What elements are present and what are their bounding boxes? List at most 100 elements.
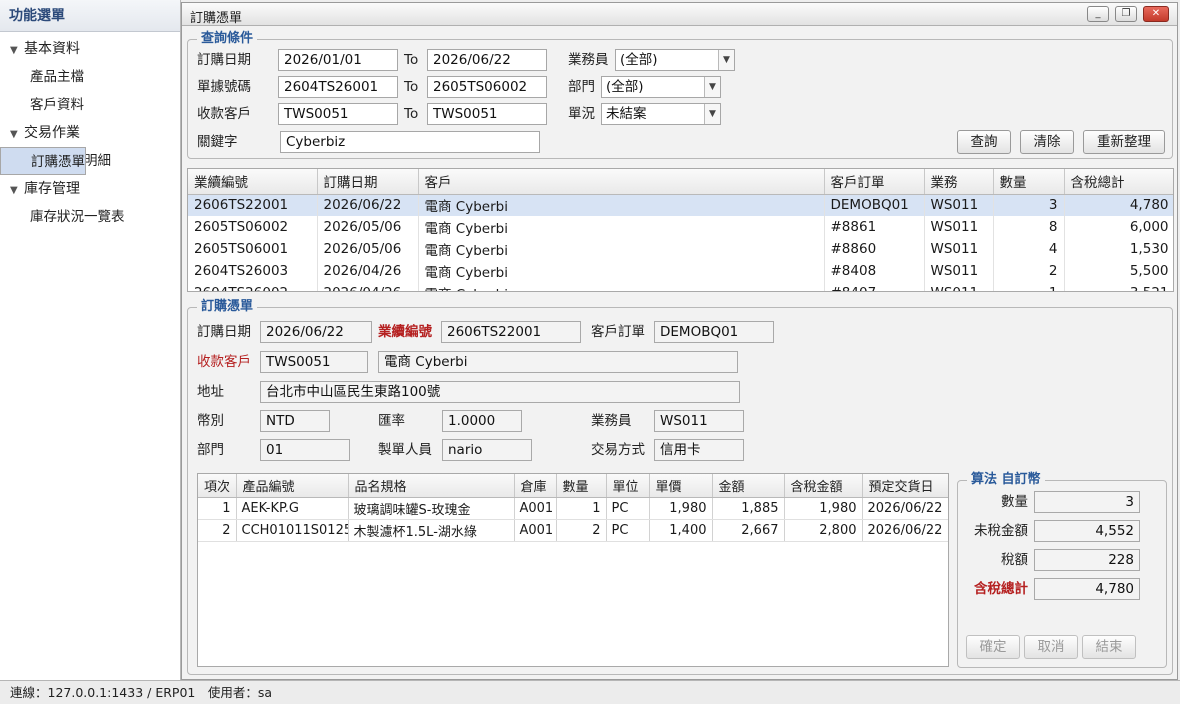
window-title: 訂購憑單: [190, 11, 243, 26]
order-list-grid: 業續編號 訂購日期 客戶 客戶訂單 業務 數量 含稅總計 2606TS22001 2026/0…: [187, 168, 1174, 292]
table-cell: PC: [606, 497, 650, 520]
order-detail-panel: 訂購憑單 訂購日期 2026/06/22 業續編號 2606TS22001 客戶…: [187, 299, 1173, 675]
detail-address-field[interactable]: 台北市中山區民生東路100號: [260, 381, 740, 403]
table-cell: 6,000: [1064, 216, 1173, 238]
detail-payment-field[interactable]: 信用卡: [654, 439, 744, 461]
menu-group-basic[interactable]: ▼ 基本資料: [0, 35, 180, 63]
table-cell: 2026/04/26: [317, 282, 419, 291]
query-button[interactable]: 查詢: [957, 130, 1011, 154]
column-header[interactable]: 數量: [993, 169, 1065, 195]
summary-total-field[interactable]: 4,780: [1034, 578, 1140, 600]
table-cell: 5,500: [1064, 260, 1173, 282]
menu-group-inventory[interactable]: ▼ 庫存管理: [0, 175, 180, 203]
table-cell: 1,980: [784, 497, 863, 520]
detail-sales-label: 業務員: [591, 413, 632, 429]
table-cell: 2604TS26003: [188, 260, 318, 282]
table-row[interactable]: 2 CCH01011S0125 木製濾杯1.5L-湖水綠 A001 2 PC 1,400 2,…: [198, 519, 948, 542]
table-cell: 電商 Cyberbi: [418, 216, 825, 238]
column-header[interactable]: 倉庫: [514, 474, 557, 498]
sales-label: 業務員: [568, 52, 609, 68]
dept-select[interactable]: (全部) ▼: [601, 76, 721, 98]
date-to-input[interactable]: 2026/06/22: [427, 49, 547, 71]
table-cell: 2: [556, 519, 607, 542]
detail-date-field[interactable]: 2026/06/22: [260, 321, 372, 343]
detail-docno-label: 業續編號: [378, 324, 432, 340]
detail-currency-field[interactable]: NTD: [260, 410, 330, 432]
customer-from-input[interactable]: TWS0051: [278, 103, 398, 125]
detail-payment-label: 交易方式: [591, 442, 645, 458]
table-row[interactable]: 2605TS06002 2026/05/06 電商 Cyberbi #8861 WS01…: [188, 216, 1173, 238]
detail-maker-field[interactable]: nario: [442, 439, 532, 461]
column-header[interactable]: 客戶: [418, 169, 825, 195]
cancel-button[interactable]: 取消: [1024, 635, 1078, 659]
detail-custorder-field[interactable]: DEMOBQ01: [654, 321, 774, 343]
column-header[interactable]: 業務: [924, 169, 994, 195]
close-order-button[interactable]: 結束: [1082, 635, 1136, 659]
detail-date-label: 訂購日期: [197, 324, 251, 340]
detail-dept-field[interactable]: 01: [260, 439, 350, 461]
table-cell: 2026/06/22: [862, 497, 948, 520]
table-cell: 2026/05/06: [317, 216, 419, 238]
docno-from-input[interactable]: 2604TS26001: [278, 76, 398, 98]
maximize-button[interactable]: ❐: [1115, 6, 1137, 22]
order-items-grid: 項次 產品編號 品名規格 倉庫 數量 單位 單價 金額 含稅金額 預定交貨日 1 AEK-KP.G 玻…: [197, 473, 949, 667]
menu-item-products[interactable]: 產品主檔: [0, 63, 180, 91]
table-row[interactable]: 2605TS06001 2026/05/06 電商 Cyberbi #8860 WS01…: [188, 238, 1173, 260]
menu-group-label: 交易作業: [24, 125, 80, 141]
date-from-input[interactable]: 2026/01/01: [278, 49, 398, 71]
table-cell: 2605TS06001: [188, 238, 318, 260]
close-button[interactable]: ✕: [1143, 6, 1169, 22]
table-cell: WS011: [924, 216, 994, 238]
table-cell: 2606TS22001: [188, 194, 318, 216]
column-header[interactable]: 含稅總計: [1064, 169, 1173, 195]
column-header[interactable]: 預定交貨日: [862, 474, 948, 498]
customer-to-input[interactable]: TWS0051: [427, 103, 547, 125]
column-header[interactable]: 含稅金額: [784, 474, 863, 498]
query-legend: 查詢條件: [197, 31, 258, 47]
summary-tax-field[interactable]: 228: [1034, 549, 1140, 571]
clear-button[interactable]: 清除: [1020, 130, 1074, 154]
keyword-input[interactable]: Cyberbiz: [280, 131, 540, 153]
column-header[interactable]: 數量: [556, 474, 607, 498]
column-header[interactable]: 單價: [649, 474, 713, 498]
column-header[interactable]: 業續編號: [188, 169, 318, 195]
menu-item-customers[interactable]: 客戶資料: [0, 91, 180, 119]
detail-currency-label: 幣別: [197, 413, 224, 429]
table-cell: #8408: [824, 260, 925, 282]
detail-docno-field[interactable]: 2606TS22001: [441, 321, 581, 343]
docno-label: 單據號碼: [197, 79, 251, 95]
detail-sales-field[interactable]: WS011: [654, 410, 744, 432]
column-header[interactable]: 產品編號: [236, 474, 349, 498]
column-header[interactable]: 品名規格: [348, 474, 515, 498]
summary-untaxed-field[interactable]: 4,552: [1034, 520, 1140, 542]
detail-customer-id-field[interactable]: TWS0051: [260, 351, 368, 373]
column-header[interactable]: 單位: [606, 474, 650, 498]
sales-select[interactable]: (全部) ▼: [615, 49, 735, 71]
column-header[interactable]: 項次: [198, 474, 237, 498]
table-cell: 2605TS06002: [188, 216, 318, 238]
table-cell: 1: [993, 282, 1065, 291]
table-cell: WS011: [924, 282, 994, 291]
table-row[interactable]: 1 AEK-KP.G 玻璃調味罐S-玫瑰金 A001 1 PC 1,980 1,885 1,98…: [198, 497, 948, 520]
menu-item-orders[interactable]: 訂購憑單: [0, 147, 86, 175]
detail-customer-name-field[interactable]: 電商 Cyberbi: [378, 351, 738, 373]
table-cell: WS011: [924, 238, 994, 260]
docno-to-input[interactable]: 2605TS06002: [427, 76, 547, 98]
table-row[interactable]: 2604TS260022026/04/26電商 Cyberbi#8407WS01…: [188, 282, 1173, 291]
menu-group-label: 基本資料: [24, 41, 80, 57]
table-row[interactable]: 2606TS22001 2026/06/22 電商 Cyberbi DEMOBQ01 W…: [188, 194, 1173, 216]
status-select[interactable]: 未結案 ▼: [601, 103, 721, 125]
minimize-button[interactable]: _: [1087, 6, 1109, 22]
menu-group-transactions[interactable]: ▼ 交易作業: [0, 119, 180, 147]
dropdown-arrow-icon: ▼: [704, 77, 720, 97]
detail-rate-label: 匯率: [378, 413, 405, 429]
detail-rate-field[interactable]: 1.0000: [442, 410, 522, 432]
column-header[interactable]: 金額: [712, 474, 785, 498]
confirm-button[interactable]: 確定: [966, 635, 1020, 659]
menu-item-inventory-overview[interactable]: 庫存狀況一覽表: [0, 203, 180, 231]
table-row[interactable]: 2604TS26003 2026/04/26 電商 Cyberbi #8408 WS01…: [188, 260, 1173, 282]
refresh-button[interactable]: 重新整理: [1083, 130, 1165, 154]
column-header[interactable]: 訂購日期: [317, 169, 419, 195]
column-header[interactable]: 客戶訂單: [824, 169, 925, 195]
summary-qty-field[interactable]: 3: [1034, 491, 1140, 513]
